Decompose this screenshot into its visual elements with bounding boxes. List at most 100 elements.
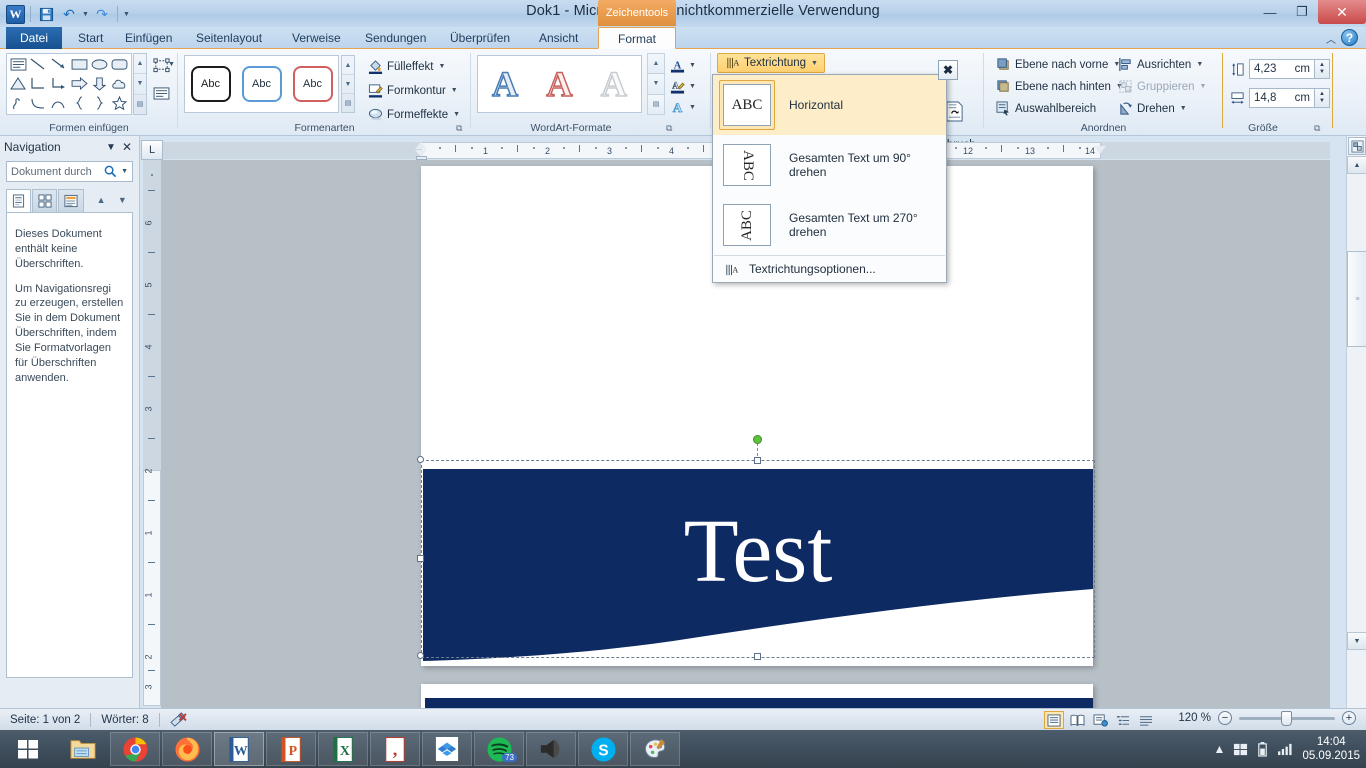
wordart-style-red[interactable]: A	[546, 65, 574, 103]
select-browse-object-icon[interactable]	[1348, 137, 1366, 155]
right-indent-marker[interactable]	[1094, 146, 1106, 154]
taskbar-item-paint[interactable]	[630, 732, 680, 766]
gallery-scroll-up-icon[interactable]: ▲	[647, 53, 665, 74]
document-page-2[interactable]	[421, 684, 1093, 708]
network-icon[interactable]	[1277, 742, 1294, 756]
shape-triangle-icon[interactable]	[8, 74, 28, 93]
shape-height-stepper[interactable]: ▲ ▼	[1315, 59, 1330, 79]
shape-banner-2[interactable]	[425, 698, 1093, 708]
shape-elbow-arrow-connector-icon[interactable]	[49, 74, 69, 93]
shape-cloud-icon[interactable]	[110, 74, 130, 93]
scroll-up-button[interactable]: ▲	[1347, 156, 1366, 174]
shape-width-input[interactable]: 14,8 cm	[1249, 88, 1315, 108]
tab-verweise[interactable]: Verweise	[282, 27, 351, 49]
resize-handle-bottom-center[interactable]	[754, 653, 761, 660]
text-fill-button[interactable]: A ▼	[669, 55, 707, 76]
menu-close-button[interactable]: ✖	[938, 60, 958, 80]
shape-line-icon[interactable]	[28, 55, 48, 74]
taskbar-item-word[interactable]: W	[214, 732, 264, 766]
edit-shape-dropdown-icon[interactable]: ▼	[168, 61, 175, 68]
shape-styles-gallery[interactable]: Abc Abc Abc	[184, 55, 339, 113]
zoom-out-icon[interactable]: −	[1218, 711, 1232, 725]
shape-down-arrow-icon[interactable]	[89, 74, 109, 93]
menu-item-rotate-90[interactable]: ABC Gesamten Text um 90° drehen	[713, 135, 946, 195]
shape-elbow-connector-icon[interactable]	[28, 74, 48, 93]
tab-ueberpruefen[interactable]: Überprüfen	[440, 27, 520, 49]
gallery-scroll-up-icon[interactable]: ▲	[342, 56, 354, 75]
gallery-scroll-down-icon[interactable]: ▼	[342, 75, 354, 94]
tab-ansicht[interactable]: Ansicht	[529, 27, 588, 49]
shape-scribble-icon[interactable]	[8, 94, 28, 113]
shape-left-brace-icon[interactable]	[69, 94, 89, 113]
fuelleffekt-button[interactable]: Fülleffekt ▼	[364, 56, 448, 77]
navigation-search-input[interactable]: Dokument durch ▼	[6, 161, 133, 182]
shape-oval-icon[interactable]	[89, 55, 109, 74]
gallery-scroll-down-icon[interactable]: ▼	[134, 74, 146, 95]
close-icon[interactable]: ✕	[119, 139, 135, 155]
minimize-button[interactable]: —	[1254, 0, 1286, 24]
shapes-gallery-scroll[interactable]: ▲ ▼ ▤	[133, 53, 147, 115]
draw-textbox-icon[interactable]	[149, 81, 173, 105]
navigation-tab-results[interactable]	[58, 188, 84, 212]
navigation-next-button[interactable]: ▼	[112, 189, 133, 211]
taskbar-item-dropbox[interactable]	[422, 732, 472, 766]
stepper-up-icon[interactable]: ▲	[1319, 91, 1325, 98]
menu-item-rotate-270[interactable]: ABC Gesamten Text um 270° drehen	[713, 195, 946, 255]
restore-button[interactable]: ❐	[1286, 0, 1318, 24]
chevron-down-icon[interactable]: ▼	[1180, 105, 1187, 112]
stepper-up-icon[interactable]: ▲	[1319, 62, 1325, 69]
chevron-up-icon[interactable]: ▲	[1214, 742, 1226, 756]
taskbar-item-chrome[interactable]	[110, 732, 160, 766]
navigation-prev-button[interactable]: ▲	[91, 189, 112, 211]
taskbar-item-media[interactable]	[526, 732, 576, 766]
ausrichten-button[interactable]: Ausrichten ▼	[1114, 54, 1206, 75]
clock[interactable]: 14:04 05.09.2015	[1302, 735, 1360, 763]
taskbar-item-skype[interactable]: S	[578, 732, 628, 766]
zoom-level[interactable]: 120 %	[1178, 712, 1211, 724]
help-icon[interactable]: ?	[1341, 29, 1358, 46]
chevron-down-icon[interactable]: ▼	[689, 104, 696, 111]
vertical-ruler[interactable]: 6 5 4 3 2 1 1 2 3	[143, 160, 161, 706]
taskbar-item-excel[interactable]: X	[318, 732, 368, 766]
chevron-down-icon[interactable]: ▼	[451, 87, 458, 94]
gallery-more-icon[interactable]: ▤	[134, 95, 146, 114]
stepper-down-icon[interactable]: ▼	[1319, 69, 1325, 76]
close-button[interactable]: ✕	[1318, 0, 1366, 24]
shape-right-brace-icon[interactable]	[89, 94, 109, 113]
navigation-tab-pages[interactable]	[32, 188, 58, 212]
shapes-gallery[interactable]	[6, 53, 132, 115]
tab-seitenlayout[interactable]: Seitenlayout	[186, 27, 272, 49]
rotation-handle[interactable]	[753, 435, 762, 444]
menu-item-horizontal[interactable]: ABC Horizontal	[713, 75, 946, 135]
shape-style-black[interactable]: Abc	[190, 66, 231, 102]
shape-rounded-rectangle-icon[interactable]	[110, 55, 130, 74]
tab-format[interactable]: Format	[598, 27, 676, 49]
shape-styles-scroll[interactable]: ▲ ▼ ▤	[341, 55, 355, 113]
wordart-style-white[interactable]: A	[600, 65, 628, 103]
zoom-slider[interactable]	[1239, 710, 1335, 726]
gallery-scroll-up-icon[interactable]: ▲	[134, 54, 146, 75]
shape-right-arrow-icon[interactable]	[69, 74, 89, 93]
wordart-dialog-launcher[interactable]: ⧉	[666, 123, 677, 134]
shape-textbox-icon[interactable]	[8, 55, 28, 74]
tab-start[interactable]: Start	[68, 27, 113, 49]
tab-stop-selector-button[interactable]: L	[141, 140, 163, 160]
groesse-dialog-launcher[interactable]: ⧉	[1314, 123, 1325, 134]
shape-style-blue[interactable]: Abc	[241, 66, 282, 102]
taskbar-item-spotify[interactable]: 73	[474, 732, 524, 766]
chevron-down-icon[interactable]: ▼	[453, 111, 460, 118]
shape-style-red[interactable]: Abc	[292, 66, 333, 102]
navigation-tab-headings[interactable]	[6, 188, 32, 212]
drehen-button[interactable]: Drehen ▼	[1114, 98, 1190, 119]
shape-arrow-icon[interactable]	[49, 55, 69, 74]
windows-icon[interactable]	[1233, 742, 1248, 757]
text-effects-button[interactable]: A ▼	[669, 97, 707, 118]
taskbar-item-explorer[interactable]	[58, 732, 108, 766]
print-layout-view-button[interactable]	[1044, 711, 1064, 729]
taskbar-item-powerpoint[interactable]: P	[266, 732, 316, 766]
stepper-down-icon[interactable]: ▼	[1319, 98, 1325, 105]
textrichtung-button[interactable]: A Textrichtung ▼	[717, 53, 825, 73]
tab-sendungen[interactable]: Sendungen	[355, 27, 436, 49]
first-line-indent-marker[interactable]	[415, 142, 427, 149]
wordart-gallery-scroll[interactable]: ▲ ▼ ▤	[647, 53, 665, 115]
